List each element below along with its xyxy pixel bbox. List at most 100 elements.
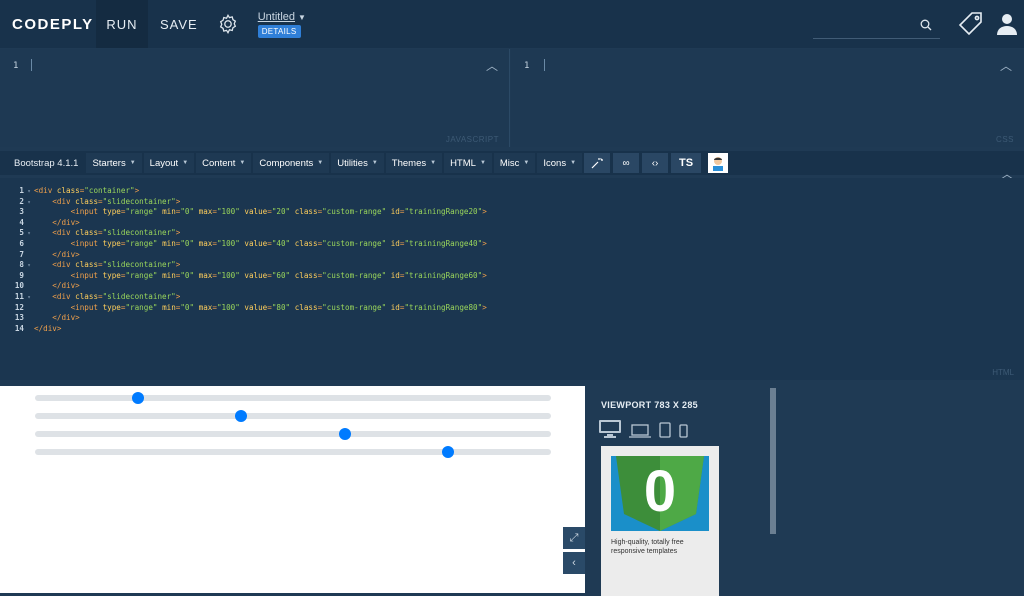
range-slider-60[interactable] [35, 428, 551, 440]
viewport-pane: VIEWPORT 783 X 285 0 High-quality, total… [587, 386, 1024, 596]
slider-thumb[interactable] [132, 392, 145, 404]
project-title-block: Untitled ▼ DETAILS [257, 11, 306, 38]
line-number: 3 [19, 207, 24, 217]
code-content: 1 ▾ <div class="container"> 2 ▾ <div class=… [0, 186, 487, 334]
tablet-icon[interactable] [659, 422, 671, 438]
menu-label: Icons [543, 157, 567, 169]
menu-themes[interactable]: Themes ▼ [385, 153, 443, 173]
slider-thumb[interactable] [441, 446, 454, 458]
line-number: 6 [19, 238, 24, 248]
brand-logo[interactable]: CODEPLY [0, 16, 96, 33]
range-slider-20[interactable] [35, 392, 551, 404]
menu-label: Layout [149, 157, 179, 169]
chevron-up-icon[interactable]: ︿ [1000, 57, 1012, 74]
menu-misc[interactable]: Misc ▼ [493, 153, 536, 173]
menu-label: Components [259, 157, 314, 169]
menu-layout[interactable]: Layout ▼ [143, 153, 195, 173]
save-button[interactable]: SAVE [160, 17, 198, 32]
text-cursor [544, 59, 545, 71]
menu-components[interactable]: Components ▼ [253, 153, 330, 173]
code-line: 8 ▾ <div class="slidecontainer"> [0, 260, 487, 271]
line-number: 10 [14, 281, 24, 291]
code-line: 7 </div> [0, 250, 487, 261]
line-number: 1 [19, 186, 24, 195]
code-line: 12 <input type="range" min="0" max="100"… [0, 303, 487, 314]
user-icon[interactable] [997, 13, 1017, 40]
chevron-down-icon: ▼ [430, 160, 437, 166]
line-number: 9 [19, 270, 24, 280]
gear-icon[interactable] [216, 12, 240, 36]
chevron-up-icon[interactable]: ︿ [486, 57, 498, 74]
code-line: 10 </div> [0, 281, 487, 292]
ad-text: High-quality, totally free responsive te… [611, 539, 684, 555]
scrollbar[interactable] [770, 388, 776, 534]
code-line: 4 </div> [0, 218, 487, 229]
chevron-down-icon: ▼ [182, 160, 189, 166]
chevron-down-icon: ▼ [570, 160, 577, 166]
search-icon [920, 19, 932, 31]
run-button[interactable]: RUN [96, 0, 148, 48]
caret-down-icon: ▼ [298, 12, 306, 22]
menu-icons[interactable]: Icons ▼ [537, 153, 583, 173]
search-input[interactable] [813, 14, 940, 39]
details-button[interactable]: DETAILS [257, 24, 301, 38]
code-line: 2 ▾ <div class="slidecontainer"> [0, 197, 487, 208]
code-line: 6 <input type="range" min="0" max="100" … [0, 238, 486, 250]
chevron-down-icon: ▼ [317, 160, 324, 166]
menu-label: Themes [391, 157, 427, 169]
project-title[interactable]: Untitled ▼ [258, 11, 306, 23]
device-switcher [599, 420, 688, 438]
chevron-down-icon: ▼ [239, 160, 246, 166]
menu-utilities[interactable]: Utilities ▼ [331, 153, 384, 173]
viewport-title: VIEWPORT 783 X 285 [601, 400, 698, 410]
range-slider-80[interactable] [35, 446, 551, 458]
line-number: 1 [13, 61, 19, 71]
desktop-icon[interactable] [599, 420, 621, 438]
magic-wand-icon[interactable] [584, 153, 611, 173]
menu-label: Starters [92, 157, 126, 169]
panel-label: HTML [992, 368, 1014, 377]
expand-icon[interactable]: ⤢ [563, 527, 585, 549]
code-line: 13 </div> [0, 313, 487, 324]
ad-card[interactable]: 0 High-quality, totally free responsive … [601, 446, 719, 596]
line-number: 14 [14, 323, 24, 333]
chevron-down-icon: ▼ [371, 160, 378, 166]
menu-label: Utilities [337, 157, 368, 169]
phone-icon[interactable] [679, 424, 688, 438]
code-brackets-icon[interactable]: ‹› [642, 153, 669, 173]
line-number: 2 [19, 196, 24, 206]
css-editor[interactable]: 1 ︿ CSS [511, 49, 1024, 147]
ad-image[interactable]: 0 [611, 456, 709, 531]
ts-button[interactable]: TS [671, 153, 702, 173]
chevron-down-icon: ▼ [479, 160, 486, 166]
slider-thumb[interactable] [235, 410, 248, 422]
code-line: 3 <input type="range" min="0" max="100" … [0, 207, 486, 218]
laptop-icon[interactable] [629, 424, 651, 438]
menu-html[interactable]: HTML ▼ [444, 153, 492, 173]
menu-label: HTML [450, 157, 476, 169]
tag-icon[interactable] [958, 11, 984, 42]
chevron-down-icon: ▼ [129, 160, 136, 166]
line-number: 1 [524, 61, 530, 71]
line-number: 8 [19, 260, 24, 270]
line-number: 7 [19, 249, 24, 259]
infinity-icon[interactable]: ∞ [613, 153, 640, 173]
slider-thumb[interactable] [338, 428, 351, 440]
framework-label[interactable]: Bootstrap 4.1.1 [6, 158, 86, 169]
project-title-text: Untitled [257, 10, 296, 23]
line-number: 4 [19, 217, 24, 227]
code-line: 11 ▾ <div class="slidecontainer"> [0, 292, 487, 303]
javascript-editor[interactable]: 1 ︿ JAVASCRIPT [0, 49, 510, 147]
panel-label: JAVASCRIPT [445, 135, 499, 144]
line-number: 13 [14, 313, 24, 323]
chevron-left-icon[interactable]: ‹ [563, 552, 585, 574]
avatar[interactable] [708, 153, 729, 173]
range-slider-40[interactable] [35, 410, 551, 422]
menu-starters[interactable]: Starters ▼ [86, 153, 142, 173]
preview-pane: ⤢ ‹ [0, 386, 585, 593]
line-number: 11 [14, 291, 24, 301]
panel-label: CSS [996, 135, 1014, 144]
menu-content[interactable]: Content ▼ [196, 153, 252, 173]
menu-label: Misc [499, 157, 520, 169]
html-editor[interactable]: 1 ▾ <div class="container"> 2 ▾ <div class=… [0, 178, 1024, 380]
